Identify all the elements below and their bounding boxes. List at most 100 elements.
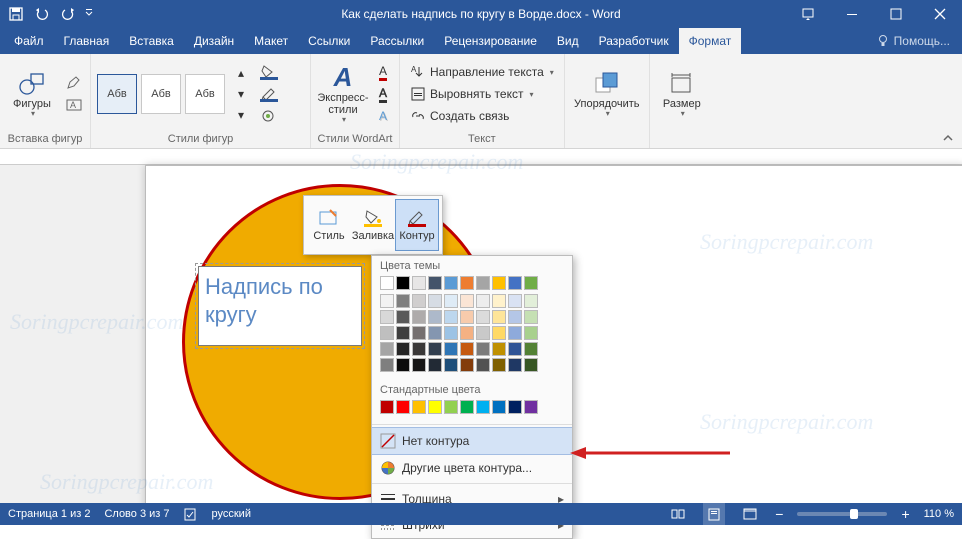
color-swatch[interactable] bbox=[412, 326, 426, 340]
zoom-in-button[interactable]: + bbox=[901, 506, 909, 522]
color-swatch[interactable] bbox=[460, 276, 474, 290]
color-swatch[interactable] bbox=[428, 342, 442, 356]
color-swatch[interactable] bbox=[412, 310, 426, 324]
color-swatch[interactable] bbox=[460, 400, 474, 414]
mini-style-button[interactable]: Стиль bbox=[307, 199, 351, 251]
color-swatch[interactable] bbox=[524, 400, 538, 414]
page-indicator[interactable]: Страница 1 из 2 bbox=[8, 508, 90, 520]
tab-insert[interactable]: Вставка bbox=[119, 28, 184, 54]
color-swatch[interactable] bbox=[460, 342, 474, 356]
color-swatch[interactable] bbox=[524, 294, 538, 308]
color-swatch[interactable] bbox=[428, 326, 442, 340]
read-mode-view[interactable] bbox=[667, 503, 689, 525]
color-swatch[interactable] bbox=[460, 358, 474, 372]
minimize-button[interactable] bbox=[830, 0, 874, 28]
color-swatch[interactable] bbox=[412, 276, 426, 290]
color-swatch[interactable] bbox=[508, 276, 522, 290]
color-swatch[interactable] bbox=[492, 358, 506, 372]
tab-format[interactable]: Формат bbox=[679, 28, 742, 54]
color-swatch[interactable] bbox=[476, 326, 490, 340]
tab-mailings[interactable]: Рассылки bbox=[360, 28, 434, 54]
shape-outline-button[interactable] bbox=[259, 84, 279, 104]
color-swatch[interactable] bbox=[380, 400, 394, 414]
tab-references[interactable]: Ссылки bbox=[298, 28, 360, 54]
color-swatch[interactable] bbox=[492, 326, 506, 340]
color-swatch[interactable] bbox=[380, 276, 394, 290]
color-swatch[interactable] bbox=[444, 276, 458, 290]
color-swatch[interactable] bbox=[460, 310, 474, 324]
tab-home[interactable]: Главная bbox=[54, 28, 120, 54]
create-link-button[interactable]: Создать связь bbox=[406, 105, 513, 127]
color-swatch[interactable] bbox=[396, 276, 410, 290]
color-swatch[interactable] bbox=[524, 310, 538, 324]
qat-customize[interactable] bbox=[82, 3, 96, 25]
color-swatch[interactable] bbox=[476, 400, 490, 414]
wordart-quick-styles[interactable]: A Экспресс-стили ▾ bbox=[317, 58, 369, 130]
align-text-button[interactable]: Выровнять текст▾ bbox=[406, 83, 538, 105]
color-swatch[interactable] bbox=[476, 310, 490, 324]
shape-effects-button[interactable] bbox=[259, 106, 279, 126]
text-direction-button[interactable]: A Направление текста▾ bbox=[406, 61, 558, 83]
ribbon-display-options[interactable] bbox=[786, 0, 830, 28]
color-swatch[interactable] bbox=[428, 276, 442, 290]
color-swatch[interactable] bbox=[444, 358, 458, 372]
color-swatch[interactable] bbox=[428, 358, 442, 372]
tab-review[interactable]: Рецензирование bbox=[434, 28, 547, 54]
size-button[interactable]: Размер ▾ bbox=[656, 58, 708, 130]
color-swatch[interactable] bbox=[444, 400, 458, 414]
arrange-button[interactable]: Упорядочить ▾ bbox=[571, 58, 643, 130]
color-swatch[interactable] bbox=[524, 342, 538, 356]
style-more[interactable]: ▾ bbox=[231, 105, 251, 125]
style-scroll-up[interactable]: ▴ bbox=[231, 63, 251, 83]
textbox-button[interactable]: A bbox=[64, 95, 84, 115]
color-swatch[interactable] bbox=[508, 310, 522, 324]
color-swatch[interactable] bbox=[476, 276, 490, 290]
color-swatch[interactable] bbox=[524, 358, 538, 372]
zoom-slider[interactable] bbox=[797, 512, 887, 516]
color-swatch[interactable] bbox=[380, 342, 394, 356]
color-swatch[interactable] bbox=[428, 400, 442, 414]
shape-style-2[interactable]: Абв bbox=[141, 74, 181, 114]
color-swatch[interactable] bbox=[508, 342, 522, 356]
color-swatch[interactable] bbox=[396, 294, 410, 308]
style-scroll-down[interactable]: ▾ bbox=[231, 84, 251, 104]
mini-fill-button[interactable]: Заливка bbox=[351, 199, 395, 251]
color-swatch[interactable] bbox=[492, 400, 506, 414]
shape-fill-button[interactable] bbox=[259, 62, 279, 82]
text-effects-button[interactable]: A bbox=[373, 106, 393, 126]
horizontal-ruler[interactable] bbox=[0, 149, 962, 165]
color-swatch[interactable] bbox=[396, 342, 410, 356]
color-swatch[interactable] bbox=[476, 294, 490, 308]
color-swatch[interactable] bbox=[460, 326, 474, 340]
save-button[interactable] bbox=[4, 3, 28, 25]
color-swatch[interactable] bbox=[476, 358, 490, 372]
color-swatch[interactable] bbox=[412, 400, 426, 414]
color-swatch[interactable] bbox=[492, 276, 506, 290]
text-box-shape[interactable]: Надпись по кругу bbox=[198, 266, 362, 346]
color-swatch[interactable] bbox=[460, 294, 474, 308]
tab-layout[interactable]: Макет bbox=[244, 28, 298, 54]
color-swatch[interactable] bbox=[396, 326, 410, 340]
collapse-ribbon-button[interactable] bbox=[940, 130, 956, 146]
undo-button[interactable] bbox=[30, 3, 54, 25]
close-button[interactable] bbox=[918, 0, 962, 28]
maximize-button[interactable] bbox=[874, 0, 918, 28]
spell-check-button[interactable] bbox=[184, 507, 198, 521]
edit-shape-button[interactable] bbox=[64, 73, 84, 93]
shapes-button[interactable]: Фигуры ▾ bbox=[6, 58, 58, 130]
color-swatch[interactable] bbox=[508, 358, 522, 372]
shape-style-3[interactable]: Абв bbox=[185, 74, 225, 114]
tab-developer[interactable]: Разработчик bbox=[589, 28, 679, 54]
redo-button[interactable] bbox=[56, 3, 80, 25]
text-fill-button[interactable]: A bbox=[373, 62, 393, 82]
color-swatch[interactable] bbox=[508, 294, 522, 308]
more-colors-item[interactable]: Другие цвета контура... bbox=[372, 455, 572, 481]
color-swatch[interactable] bbox=[508, 400, 522, 414]
color-swatch[interactable] bbox=[380, 294, 394, 308]
language-indicator[interactable]: русский bbox=[212, 508, 251, 520]
color-swatch[interactable] bbox=[380, 326, 394, 340]
color-swatch[interactable] bbox=[444, 294, 458, 308]
mini-outline-button[interactable]: Контур bbox=[395, 199, 439, 251]
no-outline-item[interactable]: Нет контура bbox=[372, 427, 572, 455]
tell-me-search[interactable]: Помощь... bbox=[864, 28, 962, 54]
